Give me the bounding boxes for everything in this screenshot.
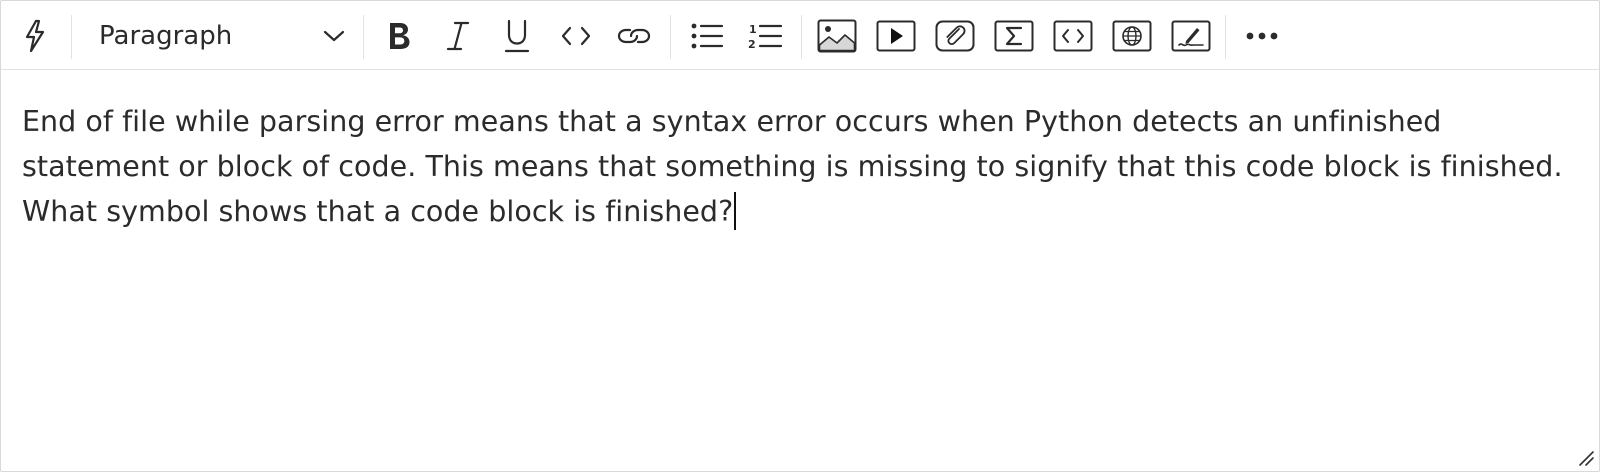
- toolbar-separator: [363, 15, 364, 59]
- pen-icon: [1171, 20, 1211, 52]
- editor-paragraph: End of file while parsing error means th…: [22, 105, 1563, 228]
- italic-button[interactable]: [437, 15, 479, 57]
- video-play-icon: [876, 20, 916, 52]
- code-icon: [561, 26, 591, 46]
- insert-equation-button[interactable]: [993, 15, 1035, 57]
- numbered-list-icon: 1 2: [748, 23, 783, 51]
- paperclip-icon: [935, 20, 975, 52]
- toolbar-separator: [71, 15, 72, 59]
- code-block-button[interactable]: [1052, 15, 1094, 57]
- bold-button[interactable]: [378, 15, 420, 57]
- sigma-icon: [994, 20, 1034, 52]
- image-icon: [817, 19, 857, 53]
- link-icon: [617, 28, 651, 44]
- svg-text:1: 1: [749, 23, 757, 36]
- globe-icon: [1112, 20, 1152, 52]
- lightning-icon: [25, 19, 45, 53]
- link-button[interactable]: [613, 15, 655, 57]
- block-format-select[interactable]: Paragraph: [91, 15, 351, 57]
- italic-icon: [446, 21, 470, 51]
- editor-toolbar: Paragraph 1 2: [1, 1, 1599, 70]
- toolbar-separator: [670, 15, 671, 59]
- drawing-button[interactable]: [1170, 15, 1212, 57]
- embed-web-button[interactable]: [1111, 15, 1153, 57]
- svg-text:2: 2: [748, 38, 756, 51]
- attach-file-button[interactable]: [934, 15, 976, 57]
- rich-text-editor: Paragraph 1 2 End of file while parsing …: [0, 0, 1600, 472]
- underline-button[interactable]: [496, 15, 538, 57]
- resize-handle[interactable]: [1577, 449, 1595, 467]
- editor-content-area[interactable]: End of file while parsing error means th…: [22, 99, 1577, 234]
- underline-icon: [504, 19, 530, 53]
- code-block-icon: [1053, 20, 1093, 52]
- block-format-label: Paragraph: [99, 21, 233, 51]
- chevron-down-icon: [317, 19, 351, 53]
- more-options-button[interactable]: [1241, 15, 1283, 57]
- bullet-list-button[interactable]: [686, 15, 728, 57]
- bullet-list-icon: [691, 23, 724, 49]
- insert-image-button[interactable]: [816, 15, 858, 57]
- ellipsis-icon: [1246, 32, 1278, 40]
- ai-assist-button[interactable]: [14, 15, 56, 57]
- toolbar-separator: [801, 15, 802, 59]
- bold-icon: [390, 23, 410, 49]
- text-caret: [734, 192, 737, 230]
- toolbar-separator: [1225, 15, 1226, 59]
- inline-code-button[interactable]: [555, 15, 597, 57]
- numbered-list-button[interactable]: 1 2: [744, 15, 786, 57]
- insert-video-button[interactable]: [875, 15, 917, 57]
